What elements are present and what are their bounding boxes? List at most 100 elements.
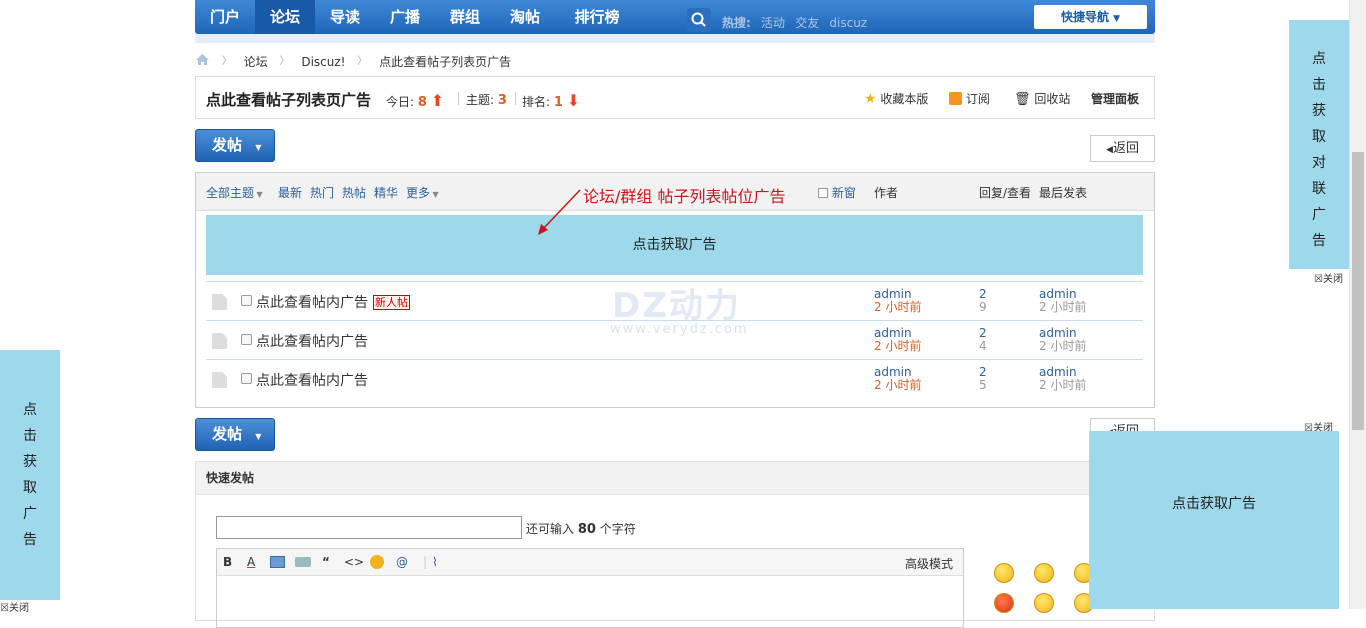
code-icon[interactable]: <> — [344, 555, 364, 569]
nav-item-broadcast[interactable]: 广播 — [375, 0, 435, 34]
new-window-label: 新窗 — [831, 186, 856, 200]
floating-ad[interactable]: 点击获取广告 — [1089, 431, 1339, 609]
annotation-arrow-icon — [538, 189, 581, 235]
image-icon[interactable] — [270, 556, 285, 568]
thread-icon — [212, 294, 227, 310]
bold-icon[interactable]: B — [223, 555, 232, 569]
filter-all-label: 全部主题 — [206, 186, 255, 200]
thread-list-ad[interactable]: 点击获取广告 — [206, 215, 1143, 275]
smiley-confused-icon[interactable] — [1034, 593, 1054, 613]
quick-post-editor[interactable]: B A “ <> @ | ⌇ 高级模式 — [216, 548, 964, 628]
back-button[interactable]: ◀返回 — [1090, 135, 1155, 162]
hot-word[interactable]: 交友 — [795, 16, 819, 30]
post-button[interactable]: 发帖 ▼ — [195, 129, 275, 162]
scrollbar-thumb[interactable] — [1352, 152, 1364, 430]
admin-panel-link[interactable]: 管理面板 — [1091, 90, 1139, 107]
quick-post-title-input[interactable] — [216, 516, 522, 539]
font-color-icon[interactable]: A — [247, 555, 255, 569]
filter-latest[interactable]: 最新 — [278, 184, 302, 201]
hot-word[interactable]: 活动 — [761, 16, 785, 30]
thread-title[interactable]: 点此查看帖内广告 — [256, 370, 368, 390]
smiley-angry-icon[interactable] — [994, 593, 1014, 613]
close-right-ad-button[interactable]: ☒关闭 — [1314, 270, 1343, 285]
breadcrumb-item[interactable]: Discuz! — [301, 53, 345, 71]
right-couplet-ad[interactable]: 点 击 获 取 对 联 广 告 — [1289, 20, 1349, 269]
last-time[interactable]: 2 小时前 — [1039, 379, 1086, 392]
nav-item-group[interactable]: 群组 — [435, 0, 495, 34]
today-stat: 今日: 8 ⬆ — [386, 91, 444, 110]
breadcrumb-item[interactable]: 点此查看帖子列表页广告 — [379, 53, 511, 71]
filter-hot[interactable]: 热门 — [310, 184, 334, 201]
subscribe-link[interactable]: 订阅 — [949, 90, 990, 107]
smiley-sad-icon[interactable] — [1034, 563, 1054, 583]
nav-item-portal[interactable]: 门户 — [195, 0, 255, 34]
close-left-ad-button[interactable]: ☒关闭 — [0, 599, 29, 614]
trash-icon: 🗑 — [1014, 92, 1031, 107]
thread-title[interactable]: 点此查看帖内广告 — [256, 292, 368, 312]
attachment-icon[interactable] — [295, 557, 311, 567]
quick-nav-button[interactable]: 快捷导航 ▼ — [1034, 5, 1147, 29]
quick-post-panel: 快速发帖 还可输入 80 个字符 B A “ <> @ | ⌇ 高级模式 — [195, 461, 1155, 628]
new-user-badge: 新人帖 — [373, 295, 410, 310]
star-icon: ★ — [864, 91, 877, 107]
thread-author: admin 2 小时前 — [874, 327, 921, 353]
ad-char: 获 — [1312, 103, 1326, 119]
back-label: 返回 — [1112, 141, 1139, 156]
thread-author: admin 2 小时前 — [874, 288, 921, 314]
advanced-mode-link[interactable]: 高级模式 — [905, 555, 953, 572]
new-window-toggle[interactable]: 新窗 — [818, 184, 856, 201]
ad-char: 广 — [1312, 207, 1326, 223]
forum-title: 点此查看帖子列表页广告 — [206, 91, 372, 109]
watermark-title: DZ动力 — [612, 286, 741, 326]
favorite-forum-link[interactable]: ★ 收藏本版 — [864, 90, 928, 107]
search-icon[interactable] — [687, 8, 711, 32]
smiley-icon[interactable] — [370, 555, 384, 569]
breadcrumb-separator: 〉 — [279, 55, 290, 67]
rank-label: 排名: — [522, 95, 551, 109]
hot-search-label: 热搜: — [722, 16, 751, 30]
hot-word[interactable]: discuz — [829, 16, 867, 30]
filter-digest[interactable]: 精华 — [374, 184, 398, 201]
nav-item-collection[interactable]: 淘帖 — [495, 0, 555, 34]
annotation-label: 论坛/群组 帖子列表帖位广告 — [583, 187, 786, 206]
quick-post-header: 快速发帖 — [196, 462, 1154, 495]
checkbox[interactable] — [818, 188, 828, 198]
nav-item-guide[interactable]: 导读 — [315, 0, 375, 34]
toolbar-divider: | — [423, 555, 428, 569]
left-couplet-ad[interactable]: 点 击 获 取 广 告 — [0, 350, 60, 600]
post-button-bottom[interactable]: 发帖 ▼ — [195, 418, 275, 451]
table-row[interactable]: 点此查看帖内广告 admin 2 小时前 25 admin 2 小时前 — [206, 359, 1143, 398]
thread-last-post: admin 2 小时前 — [1039, 327, 1086, 353]
filter-hot-threads[interactable]: 热帖 — [342, 184, 366, 201]
post-button-label: 发帖 — [212, 136, 243, 154]
last-time[interactable]: 2 小时前 — [1039, 301, 1086, 314]
thread-last-post: admin 2 小时前 — [1039, 288, 1086, 314]
view-count: 5 — [979, 378, 987, 392]
ad-char: 点 — [23, 402, 37, 418]
rank-stat: 排名: 1 ⬇ — [522, 91, 580, 110]
thread-title[interactable]: 点此查看帖内广告 — [256, 331, 368, 351]
filter-more[interactable]: 更多 ▼ — [406, 184, 439, 201]
reply-view-column-header: 回复/查看 — [979, 186, 1032, 200]
paperclip-icon[interactable]: ⌇ — [432, 555, 438, 569]
home-icon[interactable] — [195, 53, 210, 71]
recycle-bin-link[interactable]: 🗑 回收站 — [1014, 90, 1070, 107]
thread-checkbox[interactable] — [241, 334, 252, 345]
page-scrollbar[interactable] — [1349, 0, 1366, 609]
today-value: 8 — [417, 95, 427, 110]
thread-author: admin 2 小时前 — [874, 366, 921, 392]
last-time[interactable]: 2 小时前 — [1039, 340, 1086, 353]
smiley-face-icon[interactable] — [994, 563, 1014, 583]
thread-checkbox[interactable] — [241, 373, 252, 384]
nav-item-ranking[interactable]: 排行榜 — [555, 0, 639, 34]
filter-all[interactable]: 全部主题 ▼ — [206, 184, 263, 201]
subscribe-label: 订阅 — [965, 92, 990, 106]
nav-item-forum[interactable]: 论坛 — [255, 0, 315, 34]
post-time: 2 小时前 — [874, 339, 922, 353]
mention-icon[interactable]: @ — [396, 555, 408, 569]
breadcrumb-item[interactable]: 论坛 — [244, 53, 268, 71]
thread-checkbox[interactable] — [241, 295, 252, 306]
search-strip — [195, 34, 1155, 43]
quote-icon[interactable]: “ — [322, 555, 330, 569]
favorite-label: 收藏本版 — [880, 92, 929, 106]
